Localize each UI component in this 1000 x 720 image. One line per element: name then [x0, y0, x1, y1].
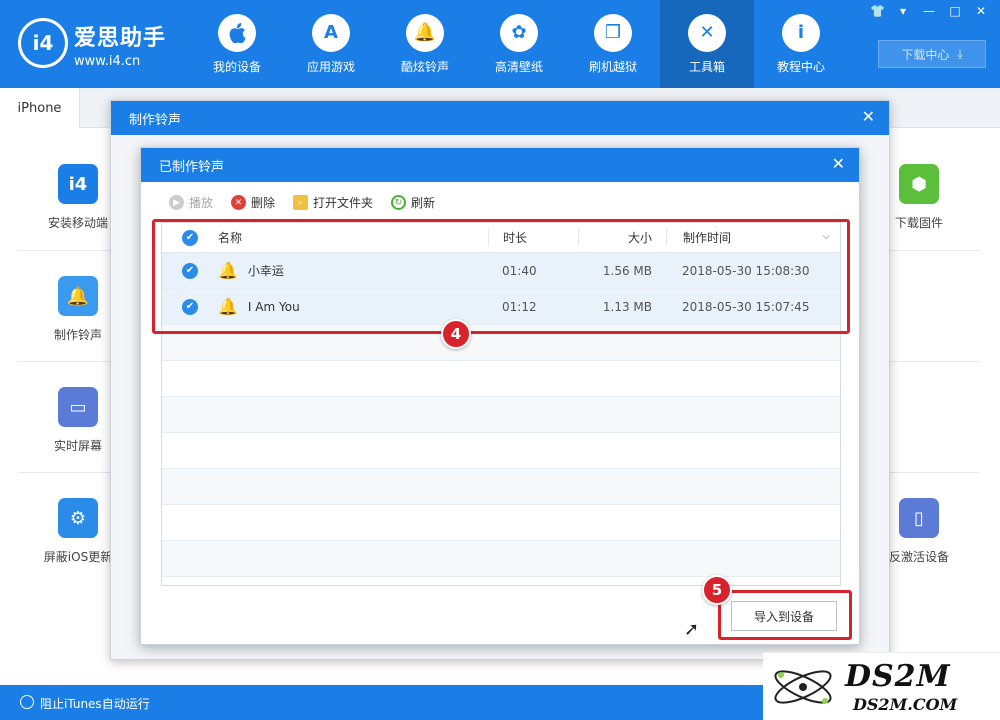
play-label: 播放 [189, 196, 214, 210]
monitor-icon: ▭ [58, 387, 98, 427]
refresh-icon: ↻ [391, 195, 407, 210]
empty-row [162, 541, 840, 577]
play-button[interactable]: ▶ 播放 [169, 194, 213, 211]
bell-plus-icon: 🔔 [58, 276, 98, 316]
nav-label: 刷机越狱 [588, 59, 637, 74]
nav-ringtones[interactable]: 🔔 酷炫铃声 [378, 0, 472, 88]
highlight-box-import [718, 590, 852, 640]
nav-label: 高清壁纸 [494, 59, 543, 74]
maximize-icon[interactable]: □ [948, 4, 962, 18]
atom-logo-icon [774, 670, 832, 704]
empty-row [162, 469, 840, 505]
refresh-button[interactable]: ↻ 刷新 [391, 194, 435, 211]
delete-label: 删除 [251, 196, 276, 210]
tab-iphone[interactable]: iPhone [0, 88, 80, 128]
tool-label: 屏蔽iOS更新 [43, 550, 113, 564]
empty-row [162, 433, 840, 469]
empty-row [162, 361, 840, 397]
delete-button[interactable]: ✕ 删除 [231, 194, 275, 211]
nav-my-device[interactable]: 我的设备 [190, 0, 284, 88]
close-icon[interactable]: ✕ [862, 107, 875, 126]
bell-icon: 🔔 [406, 13, 444, 52]
dialog-titlebar: 已制作铃声 ✕ [141, 148, 859, 182]
apple-icon [218, 13, 256, 52]
step-badge-5: 5 [702, 575, 732, 605]
box-icon: ❒ [594, 13, 632, 52]
open-folder-label: 打开文件夹 [313, 196, 374, 210]
block-itunes-checkbox[interactable] [20, 695, 34, 709]
nav-label: 教程中心 [776, 59, 825, 74]
gear-icon: ⚙ [58, 498, 98, 538]
block-itunes-label: 阻止iTunes自动运行 [40, 697, 150, 711]
cube-icon: ⬢ [899, 164, 939, 204]
empty-row [162, 397, 840, 433]
tool-label: 实时屏幕 [53, 439, 102, 453]
nav-toolbox[interactable]: ✕ 工具箱 [660, 0, 754, 88]
brand-name: 爱思助手 [74, 26, 167, 51]
delete-icon: ✕ [231, 195, 247, 210]
skin-icon[interactable]: 👕 [870, 4, 885, 18]
tool-label: 安装移动端 [47, 216, 108, 230]
close-icon[interactable]: ✕ [832, 154, 845, 173]
appstore-icon: A [312, 13, 350, 52]
nav-label: 应用游戏 [306, 59, 355, 74]
open-folder-button[interactable]: ⌕ 打开文件夹 [293, 194, 373, 211]
i4-logo: i4 [18, 18, 68, 68]
brand: 爱思助手 www.i4.cn [74, 20, 166, 69]
nav-label: 酷炫铃声 [400, 59, 449, 74]
empty-row [162, 505, 840, 541]
watermark-url: DS2M.COM [853, 695, 958, 714]
ds2m-watermark: DS2M DS2M.COM [763, 652, 1000, 720]
ringtone-toolbar: ▶ 播放 ✕ 删除 ⌕ 打开文件夹 ↻ 刷新 [169, 194, 435, 211]
nav-tutorials[interactable]: i 教程中心 [754, 0, 848, 88]
download-icon: ⤓ [957, 46, 963, 61]
window-controls: 👕 ▾ — □ ✕ [870, 4, 988, 18]
folder-search-icon: ⌕ [293, 195, 309, 210]
watermark-logo-text: DS2M [845, 659, 951, 694]
flower-icon: ✿ [500, 13, 538, 52]
minimize-icon[interactable]: — [922, 4, 936, 18]
nav-label: 我的设备 [212, 59, 261, 74]
play-icon: ▶ [169, 195, 184, 210]
nav-wallpapers[interactable]: ✿ 高清壁纸 [472, 0, 566, 88]
download-label: 下载中心 [901, 47, 950, 62]
main-nav: 我的设备 A 应用游戏 🔔 酷炫铃声 ✿ 高清壁纸 ❒ 刷机越狱 ✕ 工具箱 i… [190, 0, 848, 88]
tool-label: 制作铃声 [53, 328, 102, 342]
tool-label: 下载固件 [894, 216, 943, 230]
highlight-box-rows [152, 219, 850, 334]
tools-icon: ✕ [688, 13, 726, 52]
nav-apps[interactable]: A 应用游戏 [284, 0, 378, 88]
mouse-cursor-icon: ➚ [684, 619, 700, 640]
app-header: i4 爱思助手 www.i4.cn 我的设备 A 应用游戏 🔔 酷炫铃声 ✿ 高… [0, 0, 1000, 88]
info-icon: i [782, 13, 820, 52]
empty-row [162, 577, 840, 585]
dialog-titlebar: 制作铃声 ✕ [111, 101, 889, 135]
close-icon[interactable]: ✕ [974, 4, 988, 18]
tool-label: 反激活设备 [888, 550, 949, 564]
dialog-title: 已制作铃声 [159, 159, 225, 175]
nav-label: 工具箱 [688, 59, 725, 74]
menu-icon[interactable]: ▾ [896, 4, 910, 18]
brand-url: www.i4.cn [74, 54, 141, 69]
dialog-title: 制作铃声 [129, 112, 182, 128]
phone-icon: ▯ [899, 498, 939, 538]
i4-app-icon: i4 [58, 164, 98, 204]
nav-flash-jailbreak[interactable]: ❒ 刷机越狱 [566, 0, 660, 88]
download-center-button[interactable]: 下载中心 ⤓ [878, 40, 986, 68]
step-badge-4: 4 [441, 319, 471, 349]
empty-rows [162, 325, 840, 585]
refresh-label: 刷新 [411, 196, 436, 210]
